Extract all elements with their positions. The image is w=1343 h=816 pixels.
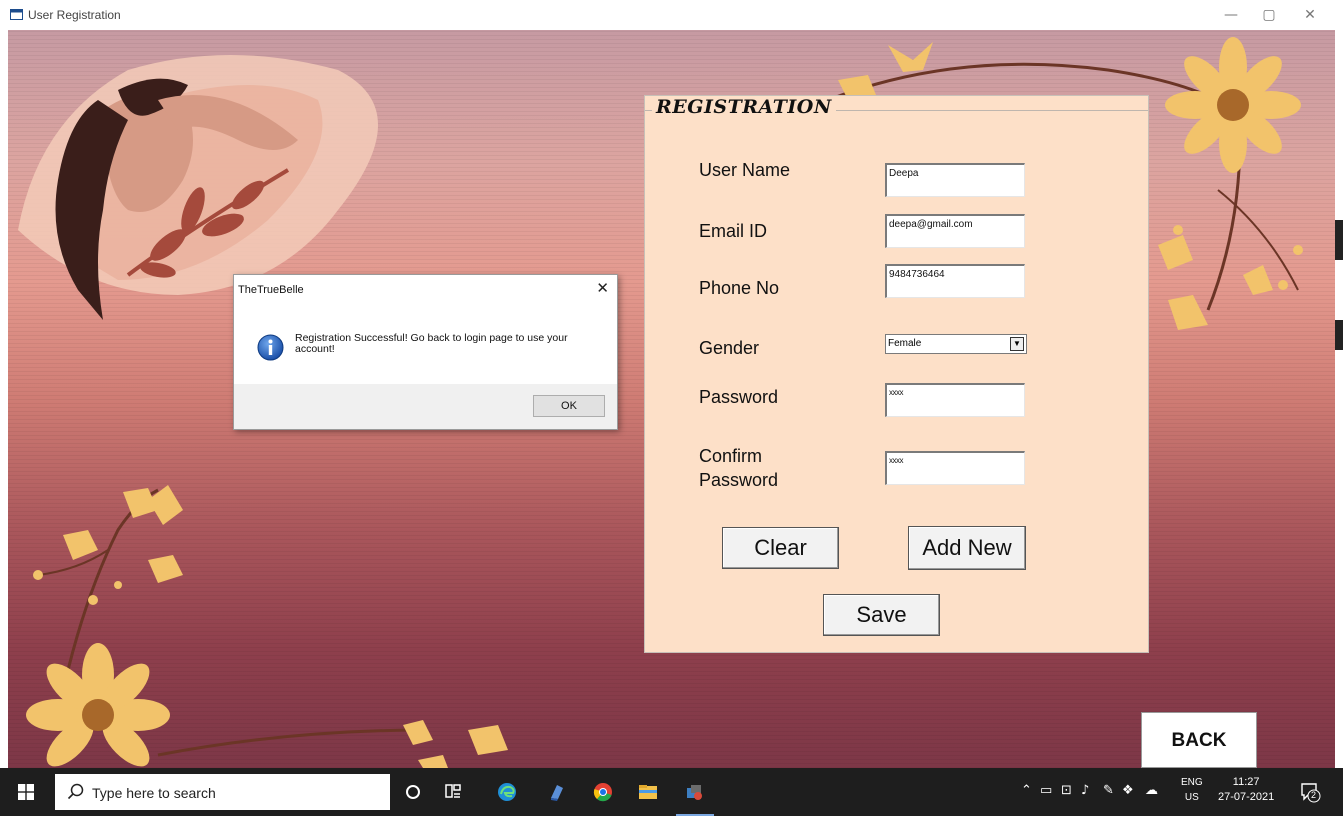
message-dialog: TheTrueBelle ✕ Registration Successful! … [233, 274, 618, 430]
right-edge-strip [1335, 30, 1343, 768]
info-icon [257, 334, 284, 361]
battery-icon[interactable]: ▭ [1040, 783, 1052, 798]
flower-vine-bottom-left [26, 485, 508, 768]
username-input[interactable]: Deepa [885, 163, 1025, 197]
back-button[interactable]: BACK [1141, 712, 1257, 768]
notification-icon [1301, 783, 1321, 803]
gender-label: Gender [699, 338, 760, 358]
confirm-password-label: Confirm Password [699, 446, 779, 490]
dropdown-arrow-icon[interactable]: ▼ [1010, 337, 1024, 351]
email-input[interactable]: deepa@gmail.com [885, 214, 1025, 248]
phone-input[interactable]: 9484736464 [885, 264, 1025, 298]
window-title: User Registration [28, 8, 121, 22]
minimize-button[interactable]: — [1216, 4, 1246, 26]
ok-button[interactable]: OK [533, 395, 605, 417]
password-label: Password [699, 387, 779, 407]
add-new-button[interactable]: Add New [908, 526, 1026, 570]
clear-button[interactable]: Clear [722, 527, 839, 569]
taskbar-search-box[interactable]: Type here to search [55, 774, 390, 810]
notification-count: 2 [1311, 790, 1317, 800]
email-label: Email ID [699, 221, 768, 241]
dialog-footer: OK [234, 384, 617, 429]
app-window-icon [10, 9, 23, 20]
username-label: User Name [699, 160, 791, 180]
save-button[interactable]: Save [823, 594, 940, 636]
file-explorer-icon[interactable] [638, 782, 658, 802]
dialog-message: Registration Successful! Go back to logi… [295, 332, 568, 355]
window-title-bar: User Registration — ▢ ✕ [0, 0, 1343, 30]
network-icon[interactable]: ⊡ [1061, 783, 1072, 798]
confirm-password-input[interactable]: xxxx [885, 451, 1025, 485]
cortana-icon[interactable] [403, 782, 423, 802]
volume-icon[interactable]: ♪ [1081, 783, 1089, 798]
action-center-button[interactable]: 2 [1299, 781, 1321, 803]
app-launcher-icon[interactable] [547, 782, 567, 802]
search-icon [67, 783, 84, 800]
gender-select[interactable]: Female ▼ [885, 334, 1027, 354]
search-placeholder: Type here to search [92, 785, 216, 801]
windows-taskbar: Type here to search ⌃ ▭ ⊡ ♪ ✎ ❖ ☁ ENG US… [0, 768, 1343, 816]
language-code: ENG [1181, 777, 1203, 788]
password-input[interactable]: xxxx [885, 383, 1025, 417]
show-hidden-icons-icon[interactable]: ⌃ [1021, 783, 1032, 798]
taskbar-clock[interactable]: 11:27 27-07-2021 [1218, 775, 1274, 805]
running-app-icon[interactable] [685, 782, 705, 802]
maximize-button[interactable]: ▢ [1254, 4, 1284, 26]
windows-start-icon[interactable] [18, 784, 34, 800]
dialog-close-button[interactable]: ✕ [596, 279, 609, 297]
clock-date: 27-07-2021 [1218, 791, 1275, 803]
dropbox-icon[interactable]: ❖ [1122, 783, 1134, 798]
clock-time: 11:27 [1232, 776, 1260, 788]
dialog-title: TheTrueBelle [238, 284, 304, 296]
edge-decoration [1335, 320, 1343, 350]
chrome-browser-icon[interactable] [593, 782, 613, 802]
registration-panel: REGISTRATION User Name Deepa Email ID de… [644, 95, 1149, 653]
registration-title: REGISTRATION [652, 96, 836, 118]
edge-decoration [1335, 220, 1343, 260]
language-region: US [1184, 792, 1199, 803]
edge-browser-icon[interactable] [497, 782, 517, 802]
input-language-indicator[interactable]: ENG US [1181, 775, 1203, 805]
close-button[interactable]: ✕ [1295, 4, 1325, 26]
phone-label: Phone No [699, 278, 780, 298]
gender-selected-value: Female [888, 338, 922, 349]
task-view-icon[interactable] [443, 782, 463, 802]
onedrive-cloud-icon[interactable]: ☁ [1145, 783, 1158, 798]
pen-icon[interactable]: ✎ [1103, 783, 1114, 798]
